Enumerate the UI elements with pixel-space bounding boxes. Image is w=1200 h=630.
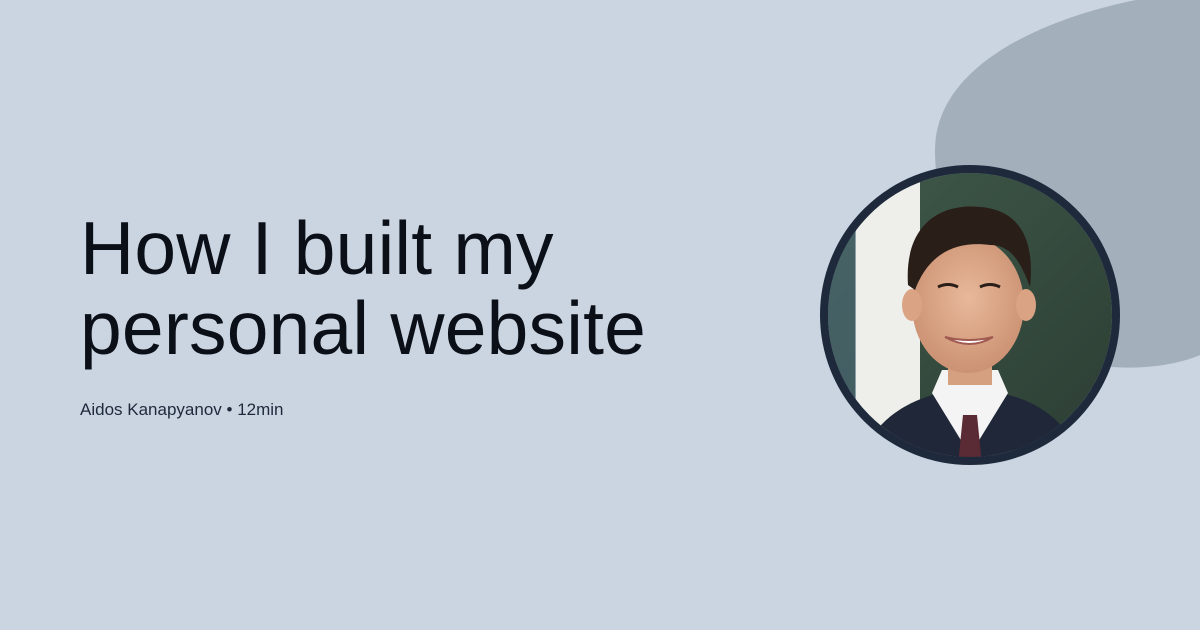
post-title: How I built my personal website: [80, 208, 780, 368]
separator-dot: •: [226, 400, 233, 419]
post-meta: Aidos Kanapyanov • 12min: [80, 400, 284, 420]
title-line-2: personal website: [80, 286, 647, 370]
reading-time: 12min: [237, 400, 284, 419]
title-line-1: How I built my: [80, 206, 554, 290]
author-name: Aidos Kanapyanov: [80, 400, 222, 419]
author-avatar: [820, 165, 1120, 465]
